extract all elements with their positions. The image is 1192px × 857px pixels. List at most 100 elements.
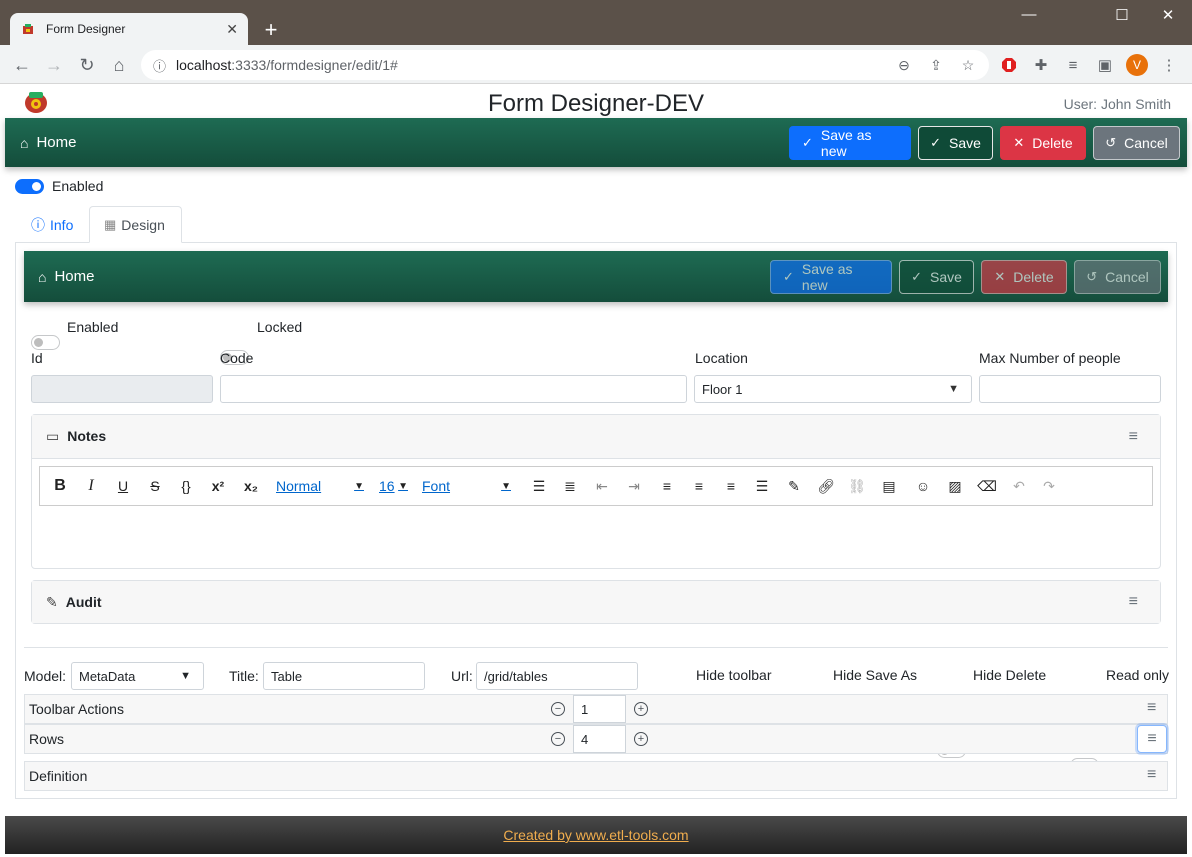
current-user: User: John Smith xyxy=(1063,96,1171,112)
bullet-list-icon[interactable]: ☰ xyxy=(526,475,552,497)
eraser-icon[interactable]: ⌫ xyxy=(974,475,1000,497)
save-as-new-button[interactable]: ✓ Save as new xyxy=(789,125,911,160)
nav-home-label: Home xyxy=(36,134,77,151)
font-family-select[interactable]: Font ▼ xyxy=(418,473,518,499)
form-save-button[interactable]: ✓ Save xyxy=(899,259,974,294)
footer-link[interactable]: Created by www.etl-tools.com xyxy=(503,827,688,843)
audit-header[interactable]: ✎ Audit ≡ xyxy=(32,581,1160,623)
close-window-icon[interactable]: ✕ xyxy=(1153,6,1183,24)
align-right-icon[interactable]: ≡ xyxy=(718,475,744,497)
footer: Created by www.etl-tools.com xyxy=(5,816,1187,854)
url-field[interactable]: /grid/tables xyxy=(476,662,638,690)
share-icon[interactable]: ⇪ xyxy=(925,50,947,80)
url-path: :3333/formdesigner/edit/1# xyxy=(231,57,398,73)
address-bar[interactable]: ⓘ localhost:3333/formdesigner/edit/1# ⊖ … xyxy=(141,50,989,80)
delete-button[interactable]: ✕ Delete xyxy=(1000,125,1086,160)
notes-header[interactable]: ▭ Notes ≡ xyxy=(32,415,1160,459)
save-button[interactable]: ✓ Save xyxy=(918,125,993,160)
notes-editor-area[interactable] xyxy=(39,506,1153,561)
zoom-icon[interactable]: ⊖ xyxy=(893,50,915,80)
form-delete-label: Delete xyxy=(1013,268,1054,285)
unlink-icon[interactable]: ⛓︎ xyxy=(844,475,870,497)
adblock-extension-icon[interactable] xyxy=(998,54,1020,76)
drag-handle-icon[interactable]: ≡ xyxy=(1129,428,1138,446)
side-panel-icon[interactable]: ▣ xyxy=(1094,54,1116,76)
form-save-as-new-button[interactable]: ✓ Save as new xyxy=(770,259,892,294)
image-icon[interactable]: ▨ xyxy=(942,475,968,497)
title-label: Title: xyxy=(229,668,259,684)
align-center-icon[interactable]: ≡ xyxy=(686,475,712,497)
info-icon: ⓘ xyxy=(31,216,45,233)
align-left-icon[interactable]: ≡ xyxy=(654,475,680,497)
plus-circle-icon[interactable]: + xyxy=(634,702,648,716)
max-people-field[interactable] xyxy=(979,375,1161,403)
enabled-toggle[interactable] xyxy=(15,179,44,194)
underline-icon[interactable]: U xyxy=(110,475,136,497)
save-label: Save xyxy=(949,134,981,151)
redo-icon[interactable]: ↷ xyxy=(1036,475,1062,497)
form-delete-button[interactable]: ✕ Delete xyxy=(981,259,1067,294)
tab-info[interactable]: ⓘ Info xyxy=(17,206,87,243)
rows-count[interactable]: 4 xyxy=(573,725,626,753)
drag-handle-icon[interactable]: ≡ xyxy=(1147,699,1156,717)
home-icon[interactable]: ⌂ xyxy=(108,54,130,76)
check-icon: ✓ xyxy=(930,134,941,150)
form-nav-home-link[interactable]: ⌂ Home xyxy=(24,268,770,285)
cancel-button[interactable]: ↺ Cancel xyxy=(1093,125,1180,160)
tab-design[interactable]: ▦ Design xyxy=(89,206,182,243)
title-field[interactable]: Table xyxy=(263,662,425,690)
subscript-icon[interactable]: x₂ xyxy=(238,475,264,497)
reload-icon[interactable]: ↻ xyxy=(76,54,98,76)
form-enabled-toggle[interactable] xyxy=(31,335,60,350)
embed-html-icon[interactable]: ▤ xyxy=(876,475,902,497)
numbered-list-icon[interactable]: ≣ xyxy=(557,475,583,497)
minus-circle-icon[interactable]: − xyxy=(551,732,565,746)
minus-circle-icon[interactable]: − xyxy=(551,702,565,716)
emoji-icon[interactable]: ☺ xyxy=(910,475,936,497)
code-field[interactable] xyxy=(220,375,687,403)
cancel-label: Cancel xyxy=(1124,134,1168,151)
nav-home-link[interactable]: ⌂ Home xyxy=(5,134,789,151)
minimize-window-icon[interactable]: — xyxy=(1014,6,1044,23)
drag-handle-icon[interactable]: ≡ xyxy=(1137,725,1167,753)
chevron-down-icon: ▼ xyxy=(180,670,191,682)
tab-close-icon[interactable]: ✕ xyxy=(226,21,238,38)
model-select[interactable]: MetaData ▼ xyxy=(71,662,204,690)
link-icon[interactable]: 🔗︎ xyxy=(813,475,839,497)
plus-circle-icon[interactable]: + xyxy=(634,732,648,746)
indent-icon[interactable]: ⇥ xyxy=(621,475,647,497)
caret-down-icon: ▼ xyxy=(398,480,408,492)
forward-icon[interactable]: → xyxy=(43,54,65,76)
toolbar-actions-count[interactable]: 1 xyxy=(573,695,626,723)
drag-handle-icon[interactable]: ≡ xyxy=(1129,593,1138,611)
undo-icon[interactable]: ↶ xyxy=(1006,475,1032,497)
bookmark-star-icon[interactable]: ☆ xyxy=(957,50,979,80)
media-control-icon[interactable]: ≡ xyxy=(1062,54,1084,76)
app-favicon-icon xyxy=(20,21,36,37)
italic-icon[interactable]: I xyxy=(78,475,104,497)
site-info-icon[interactable]: ⓘ xyxy=(153,56,166,75)
location-select[interactable]: Floor 1 ▼ xyxy=(694,375,972,403)
browser-tab[interactable]: Form Designer ✕ xyxy=(10,13,248,45)
form-cancel-label: Cancel xyxy=(1105,268,1149,285)
profile-avatar[interactable]: V xyxy=(1126,54,1148,76)
check-icon: ✓ xyxy=(802,134,813,150)
maximize-window-icon[interactable]: ☐ xyxy=(1107,6,1137,24)
extensions-icon[interactable]: ✚ xyxy=(1030,54,1052,76)
align-justify-icon[interactable]: ☰ xyxy=(749,475,775,497)
header-style-select[interactable]: Normal ▼ xyxy=(272,473,370,499)
strikethrough-icon[interactable]: S xyxy=(142,475,168,497)
back-icon[interactable]: ← xyxy=(11,54,33,76)
tab-design-label: Design xyxy=(121,216,165,233)
font-size-select[interactable]: 16 ▼ xyxy=(376,473,411,499)
outdent-icon[interactable]: ⇤ xyxy=(589,475,615,497)
browser-menu-icon[interactable]: ⋮ xyxy=(1158,54,1180,76)
code-block-icon[interactable]: {} xyxy=(173,475,199,497)
drag-handle-icon[interactable]: ≡ xyxy=(1147,766,1156,784)
bold-icon[interactable]: B xyxy=(47,475,73,497)
new-tab-button[interactable]: + xyxy=(258,17,284,43)
superscript-icon[interactable]: x² xyxy=(205,475,231,497)
text-color-icon[interactable]: ✎ xyxy=(781,475,807,497)
tab-info-label: Info xyxy=(50,216,74,233)
form-cancel-button[interactable]: ↺ Cancel xyxy=(1074,259,1161,294)
